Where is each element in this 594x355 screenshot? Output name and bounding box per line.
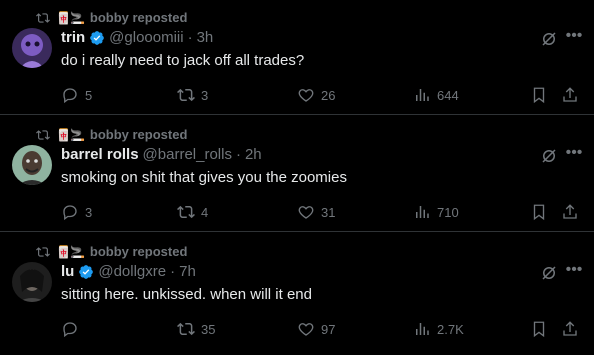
display-name[interactable]: lu	[61, 263, 74, 280]
reply-icon	[63, 322, 77, 338]
grok-icon[interactable]	[540, 264, 558, 282]
repost-icon	[36, 129, 50, 140]
view-count: 644	[437, 87, 459, 103]
bookmark-button[interactable]	[530, 86, 548, 104]
separator: ·	[235, 146, 241, 163]
share-button[interactable]	[561, 320, 579, 338]
repost-button[interactable]: 3	[177, 86, 208, 104]
repost-icon	[177, 205, 195, 219]
user-handle[interactable]: @glooomiii	[109, 29, 183, 46]
avatar[interactable]	[12, 28, 52, 68]
like-count: 26	[321, 87, 336, 103]
reply-button[interactable]: 3	[61, 203, 92, 221]
view-count: 710	[437, 204, 459, 220]
reposter-label[interactable]: bobby reposted	[90, 127, 188, 142]
repost-indicator[interactable]: 🀄🚬 bobby reposted	[36, 127, 187, 142]
repost-icon	[177, 88, 195, 102]
heart-icon	[298, 89, 314, 102]
repost-indicator[interactable]: 🀄🚬 bobby reposted	[36, 10, 187, 25]
views-button[interactable]: 2.7K	[413, 320, 464, 338]
share-icon	[563, 321, 577, 336]
grok-icon[interactable]	[540, 147, 558, 165]
repost-icon	[36, 12, 50, 23]
display-name[interactable]: barrel rolls	[61, 146, 139, 163]
tweet-header: barrel rolls @barrel_rolls · 2h	[61, 146, 262, 163]
tweet-text: do i really need to jack off all trades?	[61, 52, 305, 69]
like-button[interactable]: 26	[297, 86, 335, 104]
separator: ·	[187, 29, 193, 46]
repost-count: 4	[201, 204, 209, 220]
user-handle[interactable]: @dollgxre	[98, 263, 166, 280]
analytics-icon	[416, 89, 429, 101]
share-icon	[563, 204, 577, 219]
tweet-header: trin @glooomiii · 3h	[61, 29, 213, 46]
reply-icon	[63, 205, 77, 221]
timestamp[interactable]: 2h	[245, 146, 262, 163]
bookmark-icon	[533, 204, 545, 221]
reposter-label[interactable]: bobby reposted	[90, 10, 188, 25]
like-button[interactable]: 97	[297, 320, 335, 338]
reposter-emoji: 🀄🚬	[56, 244, 85, 259]
timestamp[interactable]: 7h	[179, 263, 196, 280]
reply-icon	[63, 88, 77, 104]
timestamp[interactable]: 3h	[197, 29, 214, 46]
repost-icon	[177, 322, 195, 336]
reply-button[interactable]: 5	[61, 86, 92, 104]
tweet-text: sitting here. unkissed. when will it end	[61, 286, 312, 303]
tweet[interactable]: 🀄🚬 bobby reposted trin @glooomiii · 3h •…	[0, 0, 594, 115]
repost-button[interactable]: 4	[177, 203, 208, 221]
bookmark-icon	[533, 321, 545, 338]
like-count: 97	[321, 321, 336, 337]
bookmark-button[interactable]	[530, 320, 548, 338]
heart-icon	[298, 323, 314, 336]
views-button[interactable]: 710	[413, 203, 459, 221]
analytics-icon	[416, 323, 429, 335]
reply-button[interactable]	[61, 320, 85, 338]
more-options-icon[interactable]: •••	[564, 145, 584, 164]
reposter-label[interactable]: bobby reposted	[90, 244, 188, 259]
more-options-icon[interactable]: •••	[564, 262, 584, 281]
action-bar: 5 3 26 644	[61, 86, 581, 106]
display-name[interactable]: trin	[61, 29, 85, 46]
analytics-icon	[416, 206, 429, 218]
repost-count: 35	[201, 321, 216, 337]
action-bar: 35 97 2.7K	[61, 320, 581, 340]
like-count: 31	[321, 204, 336, 220]
tweet[interactable]: 🀄🚬 bobby reposted barrel rolls @barrel_r…	[0, 117, 594, 232]
heart-icon	[298, 206, 314, 219]
timeline-feed: 🀄🚬 bobby reposted trin @glooomiii · 3h •…	[0, 0, 594, 355]
view-count: 2.7K	[437, 321, 464, 337]
views-button[interactable]: 644	[413, 86, 459, 104]
reply-count: 5	[85, 87, 93, 103]
repost-indicator[interactable]: 🀄🚬 bobby reposted	[36, 244, 187, 259]
reposter-emoji: 🀄🚬	[56, 10, 85, 25]
tweet-text: smoking on shit that gives you the zoomi…	[61, 169, 347, 186]
avatar[interactable]	[12, 262, 52, 302]
separator: ·	[170, 263, 176, 280]
reposter-emoji: 🀄🚬	[56, 127, 85, 142]
share-icon	[563, 87, 577, 102]
repost-count: 3	[201, 87, 209, 103]
verified-badge-icon	[90, 30, 105, 45]
tweet[interactable]: 🀄🚬 bobby reposted lu @dollgxre · 7h ••• …	[0, 234, 594, 355]
bookmark-button[interactable]	[530, 203, 548, 221]
share-button[interactable]	[561, 203, 579, 221]
more-options-icon[interactable]: •••	[564, 28, 584, 47]
action-bar: 3 4 31 710	[61, 203, 581, 223]
tweet-header: lu @dollgxre · 7h	[61, 263, 196, 280]
share-button[interactable]	[561, 86, 579, 104]
user-handle[interactable]: @barrel_rolls	[143, 146, 232, 163]
reply-count: 3	[85, 204, 93, 220]
repost-button[interactable]: 35	[177, 320, 215, 338]
like-button[interactable]: 31	[297, 203, 335, 221]
grok-icon[interactable]	[540, 30, 558, 48]
avatar[interactable]	[12, 145, 52, 185]
repost-icon	[36, 246, 50, 257]
verified-badge-icon	[79, 264, 94, 279]
bookmark-icon	[533, 87, 545, 104]
